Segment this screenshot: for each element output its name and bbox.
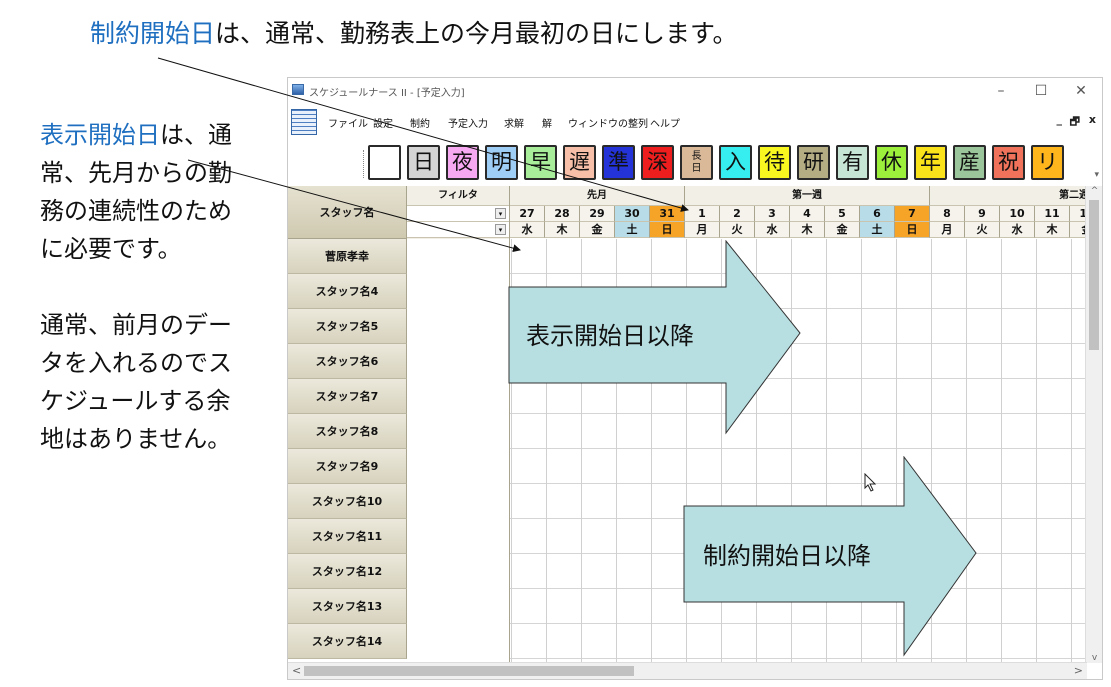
mouse-cursor-icon (864, 473, 877, 492)
constraint-start-arrow: 制約開始日以降 (683, 456, 979, 658)
pointer-line-display-start (187, 159, 521, 253)
constraint-start-label: 制約開始日以降 (703, 542, 871, 570)
pointer-line-constraint-start (157, 57, 689, 212)
display-start-label: 表示開始日以降 (526, 322, 694, 350)
display-start-arrow: 表示開始日以降 (508, 240, 803, 436)
